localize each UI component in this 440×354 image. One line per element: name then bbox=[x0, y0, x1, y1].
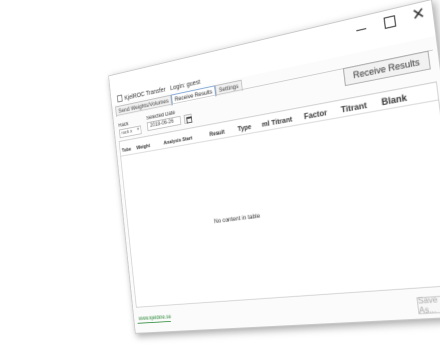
app-icon bbox=[116, 94, 123, 103]
maximize-icon[interactable] bbox=[381, 13, 397, 31]
column-header-weight[interactable]: Weight bbox=[136, 143, 150, 151]
rack-select-value: rack x bbox=[121, 128, 133, 137]
receive-results-button[interactable]: Receive Results bbox=[342, 50, 431, 87]
column-header-ml-titrant[interactable]: ml Titrant bbox=[261, 115, 292, 129]
column-header-type[interactable]: Type bbox=[237, 124, 251, 133]
close-icon[interactable]: ✕ bbox=[410, 4, 427, 25]
app-window: KjelROC TransferLogin: guest ✕ Send Weig… bbox=[108, 0, 440, 334]
minimize-icon[interactable] bbox=[353, 19, 369, 36]
column-header-analysis-start[interactable]: Analysis Start bbox=[163, 136, 192, 147]
calendar-button[interactable] bbox=[183, 113, 193, 125]
calendar-icon bbox=[186, 116, 193, 124]
screen: KjelROC TransferLogin: guest ✕ Send Weig… bbox=[0, 0, 440, 354]
column-header-result[interactable]: Result bbox=[209, 130, 225, 138]
column-header-blank[interactable]: Blank bbox=[381, 92, 408, 107]
column-header-factor[interactable]: Factor bbox=[304, 108, 328, 121]
empty-table-message: No content in table bbox=[213, 212, 261, 226]
column-header-tube[interactable]: Tube bbox=[122, 147, 132, 154]
table-header: Tube Weight Analysis Start Result Type m… bbox=[119, 82, 439, 157]
save-as-button[interactable]: Save As... bbox=[416, 294, 440, 315]
column-header-titrant[interactable]: Titrant bbox=[340, 100, 367, 115]
chevron-down-icon: ▾ bbox=[136, 126, 140, 133]
window-controls: ✕ bbox=[353, 4, 427, 37]
